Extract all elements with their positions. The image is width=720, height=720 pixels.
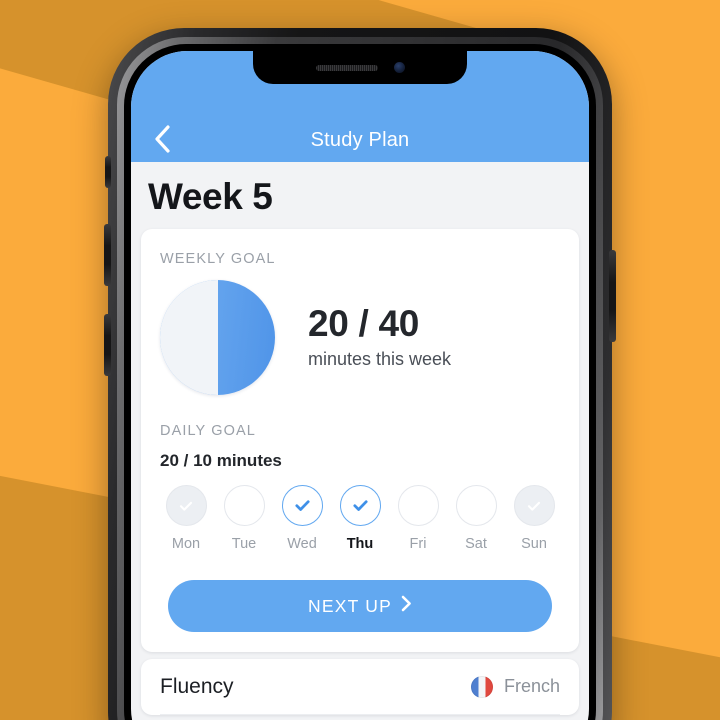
weekly-goal-value: 20 / 40 xyxy=(308,302,420,344)
front-camera-icon xyxy=(393,62,405,73)
pie-remaining-slice xyxy=(160,280,218,395)
check-icon xyxy=(527,501,541,511)
day-item-sat: Sat xyxy=(452,485,500,552)
phone-frame-inner: Study Plan Week 5 WEEKLY GOAL 20 / 40 mi… xyxy=(117,37,603,720)
phone-mockup: Study Plan Week 5 WEEKLY GOAL 20 / 40 mi… xyxy=(104,28,616,720)
day-label-wed: Wed xyxy=(287,536,317,552)
earpiece-speaker-icon xyxy=(315,64,378,71)
check-icon xyxy=(294,500,310,511)
day-circle-mon[interactable] xyxy=(165,485,207,526)
check-icon xyxy=(179,501,193,511)
weekly-progress-pie-chart xyxy=(160,280,275,395)
fluency-language-label: French xyxy=(503,676,560,696)
back-button[interactable] xyxy=(145,122,179,156)
day-circle-fri[interactable] xyxy=(397,485,439,526)
daily-goal-value: 20 / 10 minutes xyxy=(160,451,282,470)
day-circle-sun[interactable] xyxy=(513,485,555,526)
day-item-sun: Sun xyxy=(510,485,558,552)
day-circle-sat[interactable] xyxy=(455,485,497,526)
screenshot-canvas: Study Plan Week 5 WEEKLY GOAL 20 / 40 mi… xyxy=(0,0,720,720)
weekly-goal-row: 20 / 40 minutes this week xyxy=(160,280,560,395)
check-icon xyxy=(352,500,368,511)
next-up-label: NEXT UP xyxy=(308,595,392,616)
fluency-language-group: French xyxy=(470,675,560,698)
phone-bezel: Study Plan Week 5 WEEKLY GOAL 20 / 40 mi… xyxy=(124,44,596,720)
fluency-card: Fluency French xyxy=(141,659,579,715)
fluency-row[interactable]: Fluency French xyxy=(160,659,560,715)
chevron-right-icon xyxy=(401,595,412,617)
phone-screen: Study Plan Week 5 WEEKLY GOAL 20 / 40 mi… xyxy=(131,51,589,720)
weekly-goal-caption: minutes this week xyxy=(308,349,452,370)
next-up-button[interactable]: NEXT UP xyxy=(168,580,552,632)
volume-down-button[interactable] xyxy=(104,314,111,376)
mute-switch-button[interactable] xyxy=(105,156,111,188)
day-item-fri: Fri xyxy=(394,485,442,552)
day-label-thu: Thu xyxy=(346,536,374,552)
day-item-tue: Tue xyxy=(220,485,268,552)
nav-title: Study Plan xyxy=(310,129,410,151)
day-item-mon: Mon xyxy=(162,485,210,552)
flag-france-icon xyxy=(470,675,493,698)
day-label-sat: Sat xyxy=(465,536,487,552)
chevron-left-icon xyxy=(153,124,171,154)
weekly-goal-text: 20 / 40 minutes this week xyxy=(308,302,452,371)
study-plan-card: WEEKLY GOAL 20 / 40 minutes this week DA… xyxy=(141,229,579,652)
power-button[interactable] xyxy=(609,250,616,342)
day-label-mon: Mon xyxy=(171,536,201,552)
volume-up-button[interactable] xyxy=(104,224,111,286)
day-tracker: Mon Tue Wed Thu Fri Sat Sun xyxy=(160,485,560,552)
day-label-tue: Tue xyxy=(231,536,257,552)
day-label-sun: Sun xyxy=(521,536,547,552)
weekly-goal-label: WEEKLY GOAL xyxy=(160,251,276,267)
day-circle-wed[interactable] xyxy=(281,485,323,526)
day-item-thu: Thu xyxy=(336,485,384,552)
phone-notch xyxy=(253,51,467,84)
day-item-wed: Wed xyxy=(278,485,326,552)
daily-goal-label: DAILY GOAL xyxy=(160,423,256,439)
day-label-fri: Fri xyxy=(409,536,427,552)
day-circle-thu[interactable] xyxy=(339,485,381,526)
day-circle-tue[interactable] xyxy=(223,485,265,526)
fluency-title: Fluency xyxy=(160,674,234,698)
page-title: Week 5 xyxy=(148,176,273,217)
